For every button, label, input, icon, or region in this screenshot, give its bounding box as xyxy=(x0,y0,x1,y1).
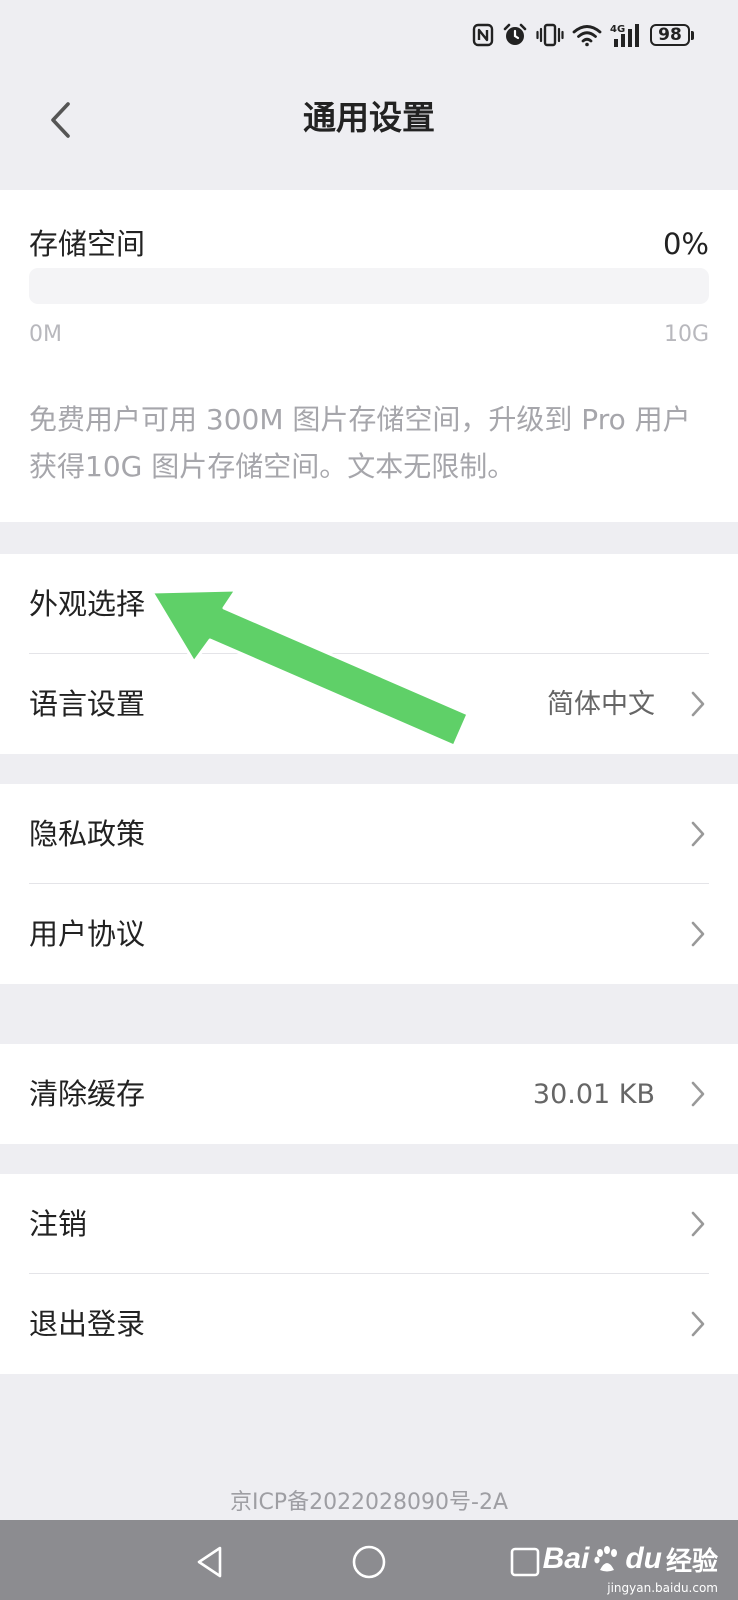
settings-group-legal: 隐私政策 用户协议 xyxy=(0,784,738,984)
language-label: 语言设置 xyxy=(29,687,146,721)
watermark-brand-left: Bai xyxy=(542,1542,590,1575)
vibrate-icon xyxy=(536,23,564,47)
nfc-icon xyxy=(472,23,494,47)
network-label: 4G xyxy=(610,24,625,35)
home-circle-icon xyxy=(352,1545,386,1579)
battery-cap xyxy=(691,30,694,40)
storage-label: 存储空间 xyxy=(29,227,146,261)
back-triangle-icon xyxy=(197,1546,222,1578)
nav-recents-button[interactable] xyxy=(503,1540,547,1584)
settings-group-account: 注销 退出登录 xyxy=(0,1174,738,1374)
page-title: 通用设置 xyxy=(303,98,435,137)
appearance-label: 外观选择 xyxy=(29,587,146,621)
deactivate-account-row[interactable]: 注销 xyxy=(0,1174,738,1274)
watermark-product: 经验 xyxy=(665,1546,718,1577)
settings-group-display: 外观选择 语言设置 简体中文 xyxy=(0,554,738,754)
chevron-right-icon xyxy=(691,921,705,947)
watermark-brand-right: du xyxy=(625,1542,662,1575)
storage-percent: 0% xyxy=(662,227,709,261)
appearance-row[interactable]: 外观选择 xyxy=(0,554,738,654)
deactivate-account-label: 注销 xyxy=(29,1207,88,1241)
logout-label: 退出登录 xyxy=(29,1307,146,1341)
cache-size-value: 30.01 KB xyxy=(532,1079,655,1110)
logout-row[interactable]: 退出登录 xyxy=(0,1274,738,1374)
chevron-right-icon xyxy=(691,1311,705,1337)
nav-back-button[interactable] xyxy=(188,1540,232,1584)
storage-description: 免费用户可用 300M 图片存储空间，升级到 Pro 用户获得10G 图片存储空… xyxy=(29,403,691,483)
storage-card: 存储空间 0% 0M 10G 免费用户可用 300M 图片存储空间，升级到 Pr… xyxy=(0,190,738,522)
status-icons: 4G 98 xyxy=(472,20,694,50)
watermark-url: jingyan.baidu.com xyxy=(607,1581,718,1595)
header: 通用设置 xyxy=(0,72,738,188)
user-agreement-row[interactable]: 用户协议 xyxy=(0,884,738,984)
baidu-paw-icon xyxy=(594,1546,618,1572)
signal-4g-icon: 4G xyxy=(610,24,639,47)
settings-group-cache: 清除缓存 30.01 KB xyxy=(0,1044,738,1144)
battery-icon: 98 xyxy=(650,24,694,46)
clear-cache-row[interactable]: 清除缓存 30.01 KB xyxy=(0,1044,738,1144)
chevron-right-icon xyxy=(691,691,705,717)
storage-progress-bar xyxy=(29,268,709,304)
privacy-policy-row[interactable]: 隐私政策 xyxy=(0,784,738,884)
chevron-right-icon xyxy=(691,1211,705,1237)
storage-range-min: 0M xyxy=(29,322,62,347)
user-agreement-label: 用户协议 xyxy=(29,917,146,951)
recents-square-icon xyxy=(510,1547,540,1577)
chevron-right-icon xyxy=(691,1081,705,1107)
clear-cache-label: 清除缓存 xyxy=(29,1077,146,1111)
battery-level: 98 xyxy=(650,24,690,46)
status-bar: 4G 98 xyxy=(0,0,738,72)
icp-license-text: 京ICP备2022028090号-2A xyxy=(229,1490,509,1515)
chevron-right-icon xyxy=(691,821,705,847)
alarm-icon xyxy=(503,23,527,45)
wifi-icon xyxy=(572,25,602,47)
storage-range-max: 10G xyxy=(663,322,709,347)
nav-home-button[interactable] xyxy=(347,1540,391,1584)
privacy-policy-label: 隐私政策 xyxy=(29,817,146,851)
language-value: 简体中文 xyxy=(547,689,655,720)
language-row[interactable]: 语言设置 简体中文 xyxy=(0,654,738,754)
